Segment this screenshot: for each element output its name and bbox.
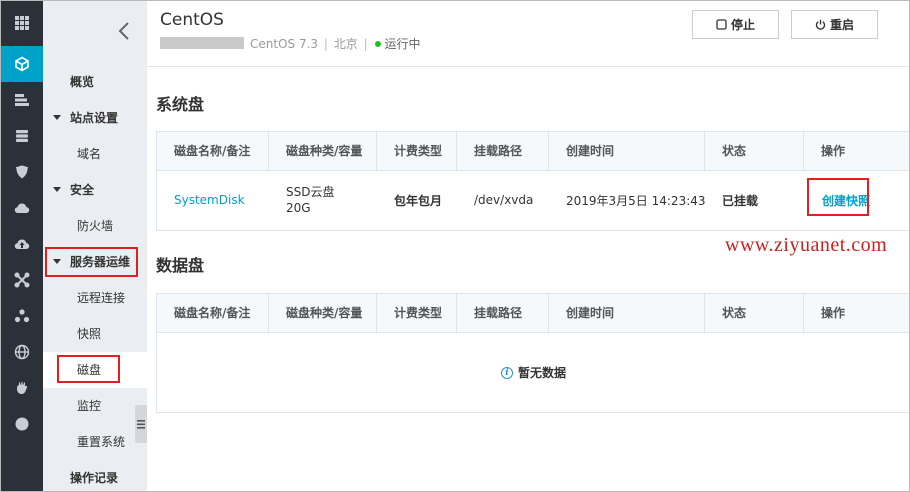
- page-title: CentOS: [160, 10, 224, 30]
- menu-item-site-settings[interactable]: 站点设置: [43, 100, 147, 136]
- side-menu: 概览 站点设置 域名 安全 防火墙 服务器运维 远程连接 快照 磁盘 监控 重置…: [43, 1, 167, 491]
- main-content: 系统盘 磁盘名称/备注 磁盘种类/容量 计费类型 挂载路径 创建时间 状态 操作…: [147, 68, 909, 491]
- column-header: 操作: [821, 144, 846, 158]
- instance-meta: CentOS 7.3 | 北京 | 运行中: [250, 37, 421, 51]
- instance-header: CentOS CentOS 7.3 | 北京 | 运行中 停止 重启: [147, 1, 909, 67]
- caret-down-icon: [53, 187, 61, 192]
- status-badge: 运行中: [384, 37, 421, 51]
- stop-button[interactable]: 停止: [692, 10, 779, 39]
- disk-type-capacity: SSD云盘 20G: [286, 185, 335, 215]
- server-stack-icon[interactable]: [1, 82, 43, 118]
- console-window: 概览 站点设置 域名 安全 防火墙 服务器运维 远程连接 快照 磁盘 监控 重置…: [0, 0, 910, 492]
- system-disk-title: 系统盘: [156, 95, 205, 114]
- column-header: 磁盘种类/容量: [269, 294, 377, 332]
- created-time: 2019年3月5日 14:23:43: [566, 193, 706, 208]
- column-header: 磁盘种类/容量: [269, 132, 377, 170]
- empty-state: i 暂无数据: [156, 333, 909, 413]
- region: 北京: [333, 37, 358, 51]
- cloud-icon[interactable]: [1, 190, 43, 226]
- disk-name-link[interactable]: SystemDisk: [157, 171, 245, 229]
- caret-down-icon: [53, 259, 61, 264]
- info-icon: i: [500, 366, 513, 379]
- menu-item-monitor[interactable]: 监控: [43, 388, 147, 424]
- instance-id-redacted: [160, 37, 244, 49]
- cluster-icon[interactable]: [1, 298, 43, 334]
- menu-item-firewall[interactable]: 防火墙: [43, 208, 147, 244]
- empty-text: 暂无数据: [517, 366, 566, 380]
- cube-icon[interactable]: [1, 46, 43, 82]
- menu-item-operation-log[interactable]: 操作记录: [43, 460, 147, 491]
- menu-item-domain[interactable]: 域名: [43, 136, 147, 172]
- menu-item-snapshot[interactable]: 快照: [43, 316, 147, 352]
- billing-type: 包年包月: [394, 193, 443, 208]
- menu-item-remote-connect[interactable]: 远程连接: [43, 280, 147, 316]
- chevron-left-icon: [118, 22, 129, 40]
- column-header: 计费类型: [377, 294, 457, 332]
- column-header: 计费类型: [377, 132, 457, 170]
- column-header: 状态: [705, 294, 804, 332]
- icon-rail: [1, 1, 43, 491]
- data-disk-table-header: 磁盘名称/备注 磁盘种类/容量 计费类型 挂载路径 创建时间 状态 操作: [156, 293, 909, 333]
- caret-down-icon: [53, 115, 61, 120]
- column-header: 磁盘名称/备注: [157, 294, 269, 332]
- column-header: 创建时间: [549, 132, 705, 170]
- column-header: 磁盘名称/备注: [157, 132, 269, 170]
- status-dot-icon: [375, 41, 382, 47]
- network-cross-icon[interactable]: [1, 262, 43, 298]
- menu-item-overview[interactable]: 概览: [43, 64, 147, 100]
- action-cell: 创建快照: [804, 171, 870, 229]
- list-icon: [137, 419, 145, 429]
- data-disk-title: 数据盘: [156, 256, 205, 275]
- globe-icon[interactable]: [1, 334, 43, 370]
- grid-icon[interactable]: [1, 5, 43, 41]
- collapse-menu-button[interactable]: [113, 19, 135, 43]
- menu-item-reset-system[interactable]: 重置系统: [43, 424, 147, 460]
- column-header: 创建时间: [549, 294, 705, 332]
- stop-square-icon: [716, 19, 727, 30]
- create-snapshot-link[interactable]: 创建快照: [822, 192, 870, 209]
- hand-icon[interactable]: [1, 370, 43, 406]
- column-header: 挂载路径: [457, 132, 549, 170]
- column-header: 操作: [821, 306, 846, 320]
- system-disk-table-header: 磁盘名称/备注 磁盘种类/容量 计费类型 挂载路径 创建时间 状态 操作: [156, 131, 909, 171]
- mount-path: /dev/xvda: [474, 193, 534, 207]
- power-icon: [815, 19, 826, 30]
- shield-icon[interactable]: [1, 154, 43, 190]
- restart-button[interactable]: 重启: [791, 10, 878, 39]
- column-header: 挂载路径: [457, 294, 549, 332]
- cloud-upload-icon[interactable]: [1, 226, 43, 262]
- drag-handle[interactable]: [135, 405, 147, 443]
- table-row: SystemDisk SSD云盘 20G 包年包月 /dev/xvda 2019…: [156, 171, 909, 231]
- os-version: CentOS 7.3: [250, 37, 319, 51]
- disk-status: 已挂载: [722, 193, 759, 208]
- database-icon[interactable]: [1, 118, 43, 154]
- menu-item-security[interactable]: 安全: [43, 172, 147, 208]
- watermark-text: www.ziyuanet.com: [725, 234, 888, 256]
- column-header: 状态: [705, 132, 804, 170]
- circle-icon[interactable]: [1, 406, 43, 442]
- menu-item-server-ops[interactable]: 服务器运维: [43, 244, 147, 280]
